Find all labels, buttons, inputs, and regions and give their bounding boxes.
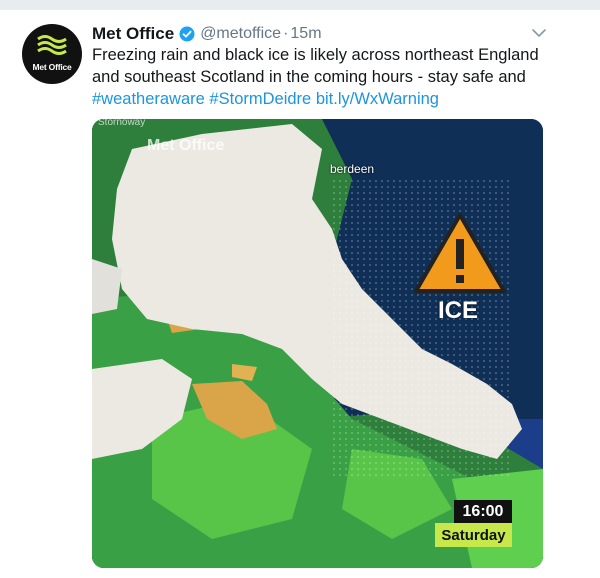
hashtag-weatheraware[interactable]: #weatheraware [92,90,205,108]
tweet-body: Freezing rain and black ice is likely ac… [92,46,539,86]
map-watermark: Met Office [147,137,225,154]
tweet-media-image[interactable]: Stornoway Met Office berdeen ICE 16:00 S… [92,119,543,568]
short-link[interactable]: bit.ly/WxWarning [316,90,439,108]
map-label-aberdeen: berdeen [330,162,375,176]
met-office-logo-icon [37,35,67,55]
map-label-stornoway: Stornoway [98,119,146,128]
avatar[interactable]: Met Office [22,24,82,84]
warning-triangle-icon [414,213,506,293]
chevron-down-icon[interactable] [531,26,547,40]
author-handle[interactable]: @metoffice [200,25,281,43]
timestamp[interactable]: 15m [290,25,321,43]
verified-badge-icon [179,26,195,42]
forecast-day: Saturday [435,523,512,547]
hashtag-stormdeidre[interactable]: #StormDeidre [209,90,311,108]
top-divider [0,0,600,10]
separator-dot: · [283,25,289,42]
avatar-label: Met Office [32,62,72,72]
ice-warning-label: ICE [438,297,479,324]
tweet-text: Freezing rain and black ice is likely ac… [92,44,562,110]
tweet-header: Met Office @metoffice · 15m [92,22,322,46]
forecast-time: 16:00 [454,500,512,524]
author-name[interactable]: Met Office [92,24,174,44]
